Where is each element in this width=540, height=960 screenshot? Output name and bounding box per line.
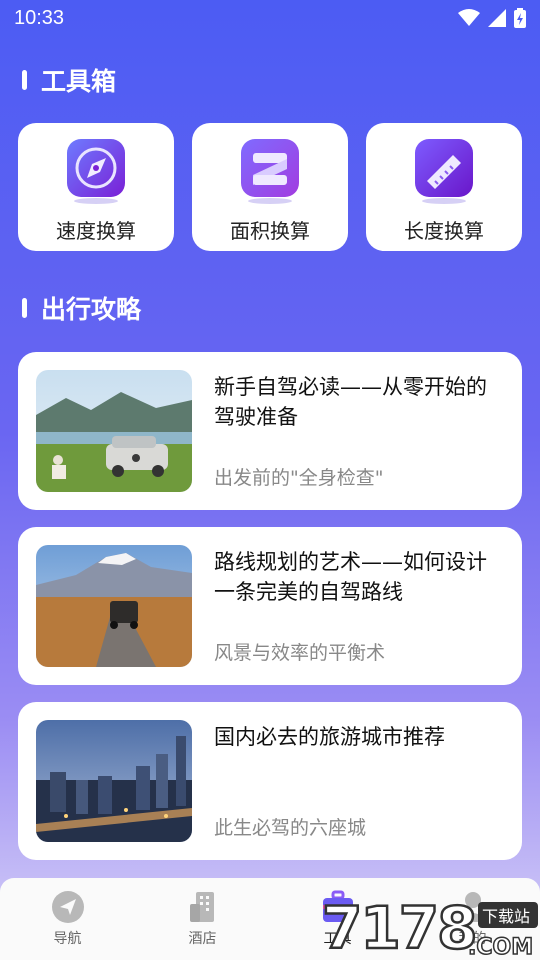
status-time: 10:33: [14, 6, 65, 29]
status-bar: 10:33: [0, 0, 540, 36]
hotel-icon: [189, 892, 214, 922]
toolbox-title: 工具箱: [41, 67, 117, 96]
signal-icon: [488, 9, 506, 27]
guide-text: 新手自驾必读——从零开始的驾驶准备 出发前的"全身检查": [192, 370, 504, 492]
ruler-icon: [415, 139, 473, 204]
tab-profile[interactable]: 我的: [423, 890, 523, 948]
area-conversion-button[interactable]: 面积换算: [192, 123, 348, 251]
guide-subtitle: 风景与效率的平衡术: [214, 642, 386, 664]
tool-grid: 速度换算 面积换算 长度换算: [18, 123, 522, 251]
area-icon: [241, 139, 299, 204]
tab-label: 导航: [53, 931, 82, 947]
tool-label: 面积换算: [230, 219, 310, 243]
wifi-icon: [458, 9, 480, 26]
profile-icon: [458, 892, 487, 922]
tab-label: 我的: [458, 931, 487, 947]
guide-card[interactable]: 新手自驾必读——从零开始的驾驶准备 出发前的"全身检查": [18, 352, 522, 510]
guide-card[interactable]: 路线规划的艺术——如何设计一条完美的自驾路线 风景与效率的平衡术: [18, 527, 522, 685]
length-conversion-button[interactable]: 长度换算: [366, 123, 522, 251]
camping-suv-lake-photo: [36, 370, 192, 492]
guides-header: 出行攻略: [22, 290, 141, 326]
tool-label: 速度换算: [56, 219, 136, 243]
battery-icon: [514, 8, 526, 28]
section-bar: [22, 298, 27, 318]
speed-conversion-button[interactable]: 速度换算: [18, 123, 174, 251]
tab-label: 工具: [323, 931, 352, 947]
guide-card[interactable]: 国内必去的旅游城市推荐 此生必驾的六座城: [18, 702, 522, 860]
guide-text: 路线规划的艺术——如何设计一条完美的自驾路线 风景与效率的平衡术: [192, 545, 504, 667]
tab-tools[interactable]: 工具: [288, 890, 388, 948]
guide-title: 新手自驾必读——从零开始的驾驶准备: [214, 375, 487, 429]
city-skyline-photo: [36, 720, 192, 842]
toolbox-header: 工具箱: [22, 62, 116, 98]
guides-title: 出行攻略: [41, 295, 142, 324]
tab-hotel[interactable]: 酒店: [153, 890, 253, 948]
guide-subtitle: 此生必驾的六座城: [214, 817, 367, 839]
guide-title: 路线规划的艺术——如何设计一条完美的自驾路线: [214, 550, 487, 604]
tab-navigation[interactable]: 导航: [18, 890, 118, 948]
navigation-icon: [51, 891, 84, 923]
compass-icon: [67, 139, 125, 204]
mountain-road-jeep-photo: [36, 545, 192, 667]
guide-subtitle: 出发前的"全身检查": [214, 467, 384, 489]
bottom-tab-bar: 导航 酒店 工具 我的: [0, 878, 540, 960]
section-bar: [22, 70, 27, 90]
guide-title: 国内必去的旅游城市推荐: [214, 725, 445, 749]
toolbox-icon: [322, 890, 353, 922]
tab-label: 酒店: [188, 931, 217, 947]
tool-label: 长度换算: [404, 219, 484, 243]
status-icons: [458, 8, 526, 28]
guide-text: 国内必去的旅游城市推荐 此生必驾的六座城: [192, 720, 504, 842]
